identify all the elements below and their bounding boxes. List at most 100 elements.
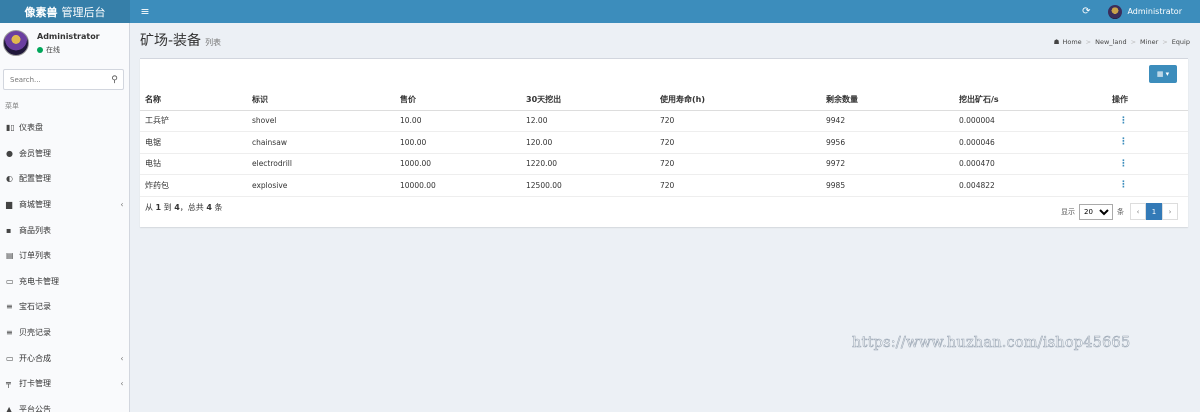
column-header[interactable]: 操作 [1107,89,1188,111]
more-actions-icon[interactable]: ⋮ [1112,180,1128,190]
dashboard-icon: ☗ [1053,38,1060,46]
table-cell: shovel [247,110,395,132]
columns-toggle-button[interactable]: ▦ ▾ [1149,65,1177,83]
table-cell: 9985 [821,174,954,197]
menu-item-icon: ╤ [6,379,11,389]
watermark-text: https://www.huzhan.com/ishop45665 [852,335,1131,352]
sidebar-item[interactable]: ≡ 贝壳记录 [0,320,129,346]
user-menu-name[interactable]: Administrator [1127,7,1182,16]
menu-item-icon: ▭ [6,276,14,286]
top-navbar: 像素兽 管理后台 ≡ ⟳ Administrator [0,0,1200,23]
table-row: 工兵铲 shovel 10.00 12.00 720 9942 0.000004 ⋮ [140,110,1188,132]
info-total-suffix: 条 [214,203,223,212]
status-text: 在线 [46,45,60,54]
sidebar-item[interactable]: ◐ 配置管理 [0,166,129,192]
info-total-prefix: ，总共 [179,203,204,212]
chevron-left-icon: ‹ [120,353,124,363]
user-panel: Administrator 在线 [0,23,129,63]
refresh-icon[interactable]: ⟳ [1082,6,1090,17]
sidebar-item[interactable]: ╤ 打卡管理 ‹ [0,371,129,397]
page-size-select[interactable]: 20 [1079,203,1113,220]
menu-item-icon: ◐ [6,174,13,184]
sidebar-item-label: 配置管理 [19,174,51,184]
sidebar-item[interactable]: ▭ 开心合成 ‹ [0,345,129,371]
column-header[interactable]: 30天挖出 [521,89,655,111]
table-cell: 0.004822 [954,174,1107,197]
table-cell: 100.00 [395,131,521,154]
table-cell: 电锯 [140,131,247,154]
sidebar-item-label: 会员管理 [19,148,51,158]
sidebar-item-label: 宝石记录 [19,302,51,312]
breadcrumb-item[interactable]: Home [1062,38,1081,46]
table-cell: 120.00 [521,131,655,154]
actions-cell: ⋮ [1107,153,1188,175]
chevron-left-icon: ‹ [120,379,124,389]
table-cell: 720 [655,153,821,175]
menu-item-icon: ▪ [6,225,12,235]
more-actions-icon[interactable]: ⋮ [1112,159,1128,169]
menu-item-icon: ≡ [6,328,13,338]
sidebar-toggle-icon[interactable]: ≡ [134,5,156,18]
table-cell: electrodrill [247,153,395,175]
sidebar-item-label: 平台公告 [19,404,51,412]
next-page-button[interactable]: › [1162,203,1178,220]
more-actions-icon[interactable]: ⋮ [1112,137,1128,147]
column-header[interactable]: 名称 [140,89,247,111]
column-header[interactable]: 使用寿命(h) [655,89,821,111]
table-header-row: 名称 标识 售价 30天挖出 使用寿命(h) 剩余数量 挖出矿石/s 操作 [140,89,1188,111]
breadcrumb-item[interactable]: Equip [1172,38,1190,46]
sidebar-item[interactable]: ▲ 平台公告 [0,397,129,412]
sidebar-item-label: 商品列表 [19,225,51,235]
page-size-label: 显示 [1061,207,1075,216]
sidebar-item-label: 订单列表 [19,251,51,261]
menu-item-icon: ▭ [6,353,14,363]
actions-cell: ⋮ [1107,174,1188,197]
sidebar-item[interactable]: ▭ 充电卡管理 [0,269,129,295]
column-header[interactable]: 剩余数量 [821,89,954,111]
column-header[interactable]: 售价 [395,89,521,111]
sidebar-item[interactable]: ▮▯ 仪表盘 [0,115,129,141]
search-input[interactable] [4,70,106,89]
equipment-table: 名称 标识 售价 30天挖出 使用寿命(h) 剩余数量 挖出矿石/s 操作 工兵铲 shovel… [140,89,1188,197]
brand-bold: 像素兽 [24,5,58,19]
sidebar-item[interactable]: ▆ 商城管理 ‹ [0,192,129,218]
table-cell: explosive [247,174,395,197]
online-dot-icon [37,46,43,53]
breadcrumb-separator: > [1085,38,1092,46]
table-cell: chainsaw [247,131,395,154]
sidebar-item[interactable]: ▤ 订单列表 [0,243,129,269]
sidebar: Administrator 在线 ⚲ 菜单 ▮▯ 仪表盘 ● 会员管理 ◐ 配置管理 ▆ 商城… [0,23,130,412]
menu-header: 菜单 [5,102,19,110]
column-header[interactable]: 挖出矿石/s [954,89,1107,111]
table-cell: 炸药包 [140,174,247,197]
table-cell: 0.000004 [954,110,1107,132]
column-header[interactable]: 标识 [247,89,395,111]
table-body: 工兵铲 shovel 10.00 12.00 720 9942 0.000004 ⋮ 电锯 cha… [140,110,1188,197]
sidebar-item-label: 充电卡管理 [19,276,59,286]
sidebar-item-label: 打卡管理 [19,379,51,389]
sidebar-item-label: 商城管理 [19,200,51,210]
sidebar-menu: ▮▯ 仪表盘 ● 会员管理 ◐ 配置管理 ▆ 商城管理 ‹ ▪ 商品列表 ▤ 订单列表 ▭ 充电卡管理 ≡ 宝石… [0,115,129,412]
sidebar-item[interactable]: ▪ 商品列表 [0,217,129,243]
sidebar-item[interactable]: ● 会员管理 [0,141,129,167]
breadcrumb-item[interactable]: New_land [1095,38,1126,46]
table-cell: 工兵铲 [140,110,247,132]
breadcrumb-item[interactable]: Miner [1140,38,1158,46]
table-cell: 9956 [821,131,954,154]
brand-logo[interactable]: 像素兽 管理后台 [0,0,130,23]
menu-item-icon: ▮▯ [6,123,15,133]
table-cell: 720 [655,174,821,197]
page-size-suffix: 条 [1117,207,1124,216]
prev-page-button[interactable]: ‹ [1130,203,1146,220]
actions-cell: ⋮ [1107,110,1188,132]
more-actions-icon[interactable]: ⋮ [1112,116,1128,126]
table-cell: 10.00 [395,110,521,132]
search-icon[interactable]: ⚲ [106,75,123,85]
page-1-button[interactable]: 1 [1146,203,1162,220]
sidebar-item-label: 开心合成 [19,353,51,363]
avatar[interactable] [1108,4,1123,19]
menu-item-icon: ≡ [6,302,13,312]
table-cell: 电钻 [140,153,247,175]
sidebar-item[interactable]: ≡ 宝石记录 [0,294,129,320]
actions-cell: ⋮ [1107,131,1188,154]
